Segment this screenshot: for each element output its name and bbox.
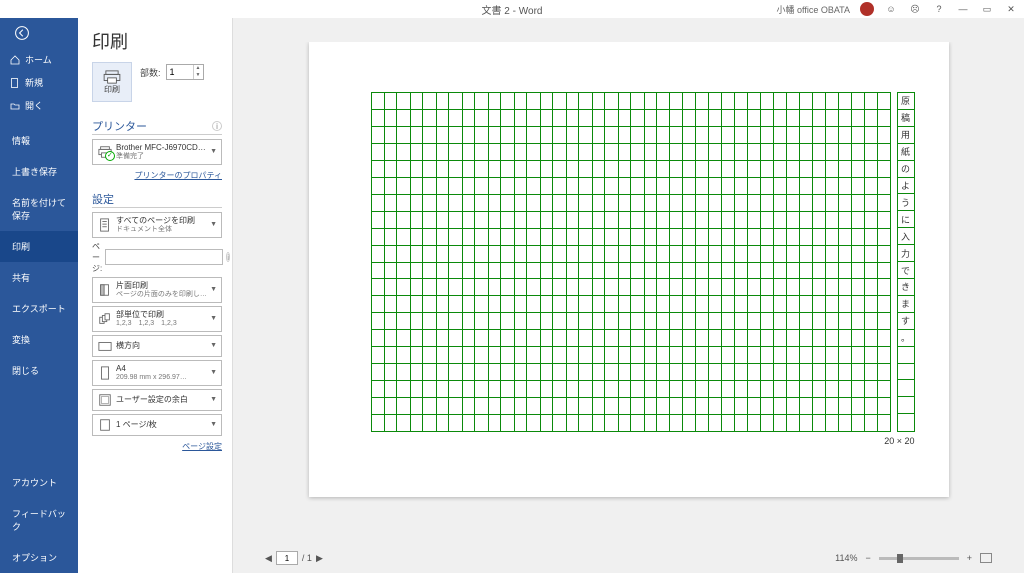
nav-open[interactable]: 開く (0, 94, 78, 117)
current-page-input[interactable] (276, 551, 298, 565)
nav-save[interactable]: 上書き保存 (0, 156, 78, 187)
printer-section-title: プリンター (92, 118, 147, 134)
zoom-slider[interactable] (879, 557, 959, 560)
help-icon[interactable]: ? (932, 4, 946, 14)
chevron-down-icon: ▼ (210, 369, 217, 376)
grid-size-label: 20 × 20 (884, 436, 914, 446)
chevron-down-icon: ▼ (210, 342, 217, 349)
zoom-in-icon[interactable]: + (967, 553, 972, 563)
preview-area: 原稿用紙のように入力できます。 20 × 20 ◀ / 1 ▶ 114% − + (233, 18, 1024, 573)
chevron-down-icon: ▼ (210, 315, 217, 322)
next-page-icon[interactable]: ▶ (316, 553, 323, 564)
chevron-down-icon: ▼ (210, 221, 217, 228)
restore-icon[interactable]: ▭ (980, 4, 994, 15)
copies-label: 部数: (140, 66, 161, 79)
copies-input[interactable] (167, 65, 193, 79)
side-dropdown[interactable]: 片面印刷ページの片面のみを印刷し… ▼ (92, 277, 222, 303)
nav-print[interactable]: 印刷 (0, 231, 78, 262)
face-smile-icon[interactable]: ☺ (884, 4, 898, 14)
close-icon[interactable]: ✕ (1004, 4, 1018, 15)
page-range-label: ページ: (92, 241, 102, 274)
nav-feedback[interactable]: フィードバック (0, 498, 78, 542)
page-title: 印刷 (92, 28, 222, 54)
chevron-down-icon: ▼ (210, 421, 217, 428)
zoom-level: 114% (835, 553, 857, 563)
single-side-icon (97, 283, 113, 297)
zoom-fit-icon[interactable] (980, 553, 992, 563)
landscape-icon (97, 339, 113, 353)
chevron-down-icon: ▼ (210, 148, 217, 155)
printer-icon (97, 145, 113, 159)
nav-share[interactable]: 共有 (0, 262, 78, 293)
copies-spinner[interactable]: ▲▼ (166, 64, 204, 80)
settings-section-title: 設定 (92, 191, 114, 207)
total-pages: / 1 (302, 553, 312, 563)
chevron-down-icon: ▼ (210, 286, 217, 293)
chevron-down-icon: ▼ (210, 396, 217, 403)
page-setup-link[interactable]: ページ設定 (182, 442, 222, 451)
margins-icon (97, 393, 113, 407)
prev-page-icon[interactable]: ◀ (265, 553, 272, 564)
nav-account[interactable]: アカウント (0, 467, 78, 498)
user-avatar[interactable] (860, 2, 874, 16)
paper-size-dropdown[interactable]: A4209.98 mm x 296.97… ▼ (92, 360, 222, 386)
minimize-icon[interactable]: — (956, 4, 970, 14)
nav-new[interactable]: 新規 (0, 71, 78, 94)
user-name[interactable]: 小幡 office OBATA (776, 3, 850, 16)
genko-header-column: 原稿用紙のように入力できます。 (897, 92, 915, 432)
back-button[interactable] (0, 18, 78, 48)
pages-per-sheet-dropdown[interactable]: 1 ページ/枚 ▼ (92, 414, 222, 436)
page-preview: 原稿用紙のように入力できます。 20 × 20 (309, 42, 949, 497)
nav-home[interactable]: ホーム (0, 48, 78, 71)
nav-close[interactable]: 閉じる (0, 355, 78, 386)
orientation-dropdown[interactable]: 横方向 ▼ (92, 335, 222, 357)
margins-dropdown[interactable]: ユーザー設定の余白 ▼ (92, 389, 222, 411)
document-icon (97, 218, 113, 232)
nav-saveas[interactable]: 名前を付けて保存 (0, 187, 78, 231)
collate-dropdown[interactable]: 部単位で印刷1,2,3 1,2,3 1,2,3 ▼ (92, 306, 222, 332)
collate-icon (97, 312, 113, 326)
page-range-input[interactable] (105, 249, 223, 265)
printer-properties-link[interactable]: プリンターのプロパティ (134, 171, 222, 180)
nav-export[interactable]: エクスポート (0, 293, 78, 324)
nav-transform[interactable]: 変換 (0, 324, 78, 355)
nav-options[interactable]: オプション (0, 542, 78, 573)
printer-dropdown[interactable]: Brother MFC-J6970CD…準備完了 ▼ (92, 139, 222, 165)
face-sad-icon[interactable]: ☹ (908, 4, 922, 15)
spin-up-icon[interactable]: ▲ (194, 65, 203, 72)
zoom-out-icon[interactable]: − (865, 553, 870, 563)
page-icon (97, 366, 113, 380)
pages-dropdown[interactable]: すべてのページを印刷ドキュメント全体 ▼ (92, 212, 222, 238)
per-sheet-icon (97, 418, 113, 432)
print-panel: 印刷 印刷 部数: ▲▼ プリンターi Brother MFC-J6970CD…… (78, 18, 233, 573)
spin-down-icon[interactable]: ▼ (194, 72, 203, 79)
window-title: 文書 2 - Word (482, 2, 543, 17)
nav-info[interactable]: 情報 (0, 125, 78, 156)
info-icon[interactable]: i (212, 121, 222, 131)
info-icon[interactable]: i (226, 252, 230, 262)
nav-rail: ホーム 新規 開く 情報 上書き保存 名前を付けて保存 印刷 共有 エクスポート… (0, 18, 78, 573)
print-button[interactable]: 印刷 (92, 62, 132, 102)
